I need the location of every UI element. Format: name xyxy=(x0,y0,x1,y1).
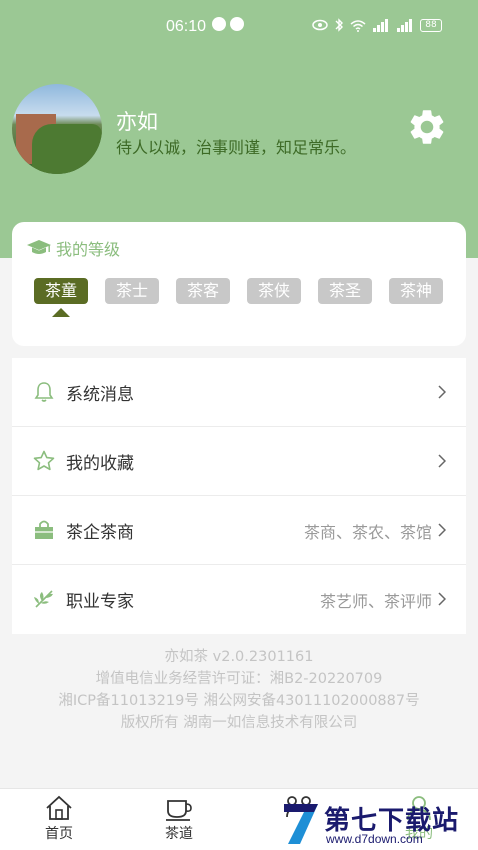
nav-home[interactable]: 首页 xyxy=(24,795,94,843)
status-right: 88 xyxy=(312,18,442,32)
settings-gear-icon[interactable] xyxy=(406,106,448,148)
user-name: 亦如 xyxy=(116,110,158,134)
copyright-text: 版权所有 湖南一如信息技术有限公司 xyxy=(120,715,358,731)
level-tag-3[interactable]: 茶侠 xyxy=(247,278,301,304)
nav-home-label: 首页 xyxy=(45,826,73,842)
chevron-right-icon xyxy=(438,385,446,399)
avatar[interactable] xyxy=(12,84,102,174)
site-watermark: 第七下载站 www.d7down.com xyxy=(280,798,478,850)
level-tags: 茶童 茶士 茶客 茶侠 茶圣 茶神 xyxy=(34,278,443,304)
active-level-pointer xyxy=(52,308,70,317)
level-tag-4[interactable]: 茶圣 xyxy=(318,278,372,304)
signal-icon-2 xyxy=(397,18,412,32)
chevron-right-icon xyxy=(438,523,446,537)
level-tag-5[interactable]: 茶神 xyxy=(389,278,443,304)
graduation-cap-icon xyxy=(27,240,51,254)
level-card: 我的等级 茶童 茶士 茶客 茶侠 茶圣 茶神 xyxy=(12,222,466,346)
level-tag-1[interactable]: 茶士 xyxy=(105,278,159,304)
menu-item-experts[interactable]: 职业专家 茶艺师、茶评师 xyxy=(12,565,466,634)
status-time: 06:10 xyxy=(166,18,207,35)
nav-tea-way[interactable]: 茶道 xyxy=(144,795,214,843)
message-icon xyxy=(230,17,244,31)
star-icon xyxy=(33,450,55,471)
profile-header: 06:10 88 亦如 待人以诚，治事则谨，知足常乐。 xyxy=(0,0,478,258)
chevron-right-icon xyxy=(438,592,446,606)
menu-sub-text: 茶商、茶农、茶馆 xyxy=(303,523,432,542)
nav-tea-way-label: 茶道 xyxy=(165,826,193,842)
eye-icon xyxy=(312,19,328,31)
shopping-bag-icon xyxy=(35,520,53,539)
level-tag-2[interactable]: 茶客 xyxy=(176,278,230,304)
status-bar: 06:10 88 xyxy=(0,14,478,42)
chevron-right-icon xyxy=(438,454,446,468)
bluetooth-icon xyxy=(335,18,343,32)
watermark-logo-icon xyxy=(284,804,318,844)
level-title: 我的等级 xyxy=(26,236,120,260)
menu-item-system-messages[interactable]: 系统消息 xyxy=(12,358,466,427)
watermark-url: www.d7down.com xyxy=(326,832,423,846)
menu-item-favorites[interactable]: 我的收藏 xyxy=(12,427,466,496)
menu-list: 系统消息 我的收藏 茶企茶商 茶商、茶农、茶馆 职业专家 茶艺师、茶评师 xyxy=(12,358,466,634)
signal-icon xyxy=(373,18,388,32)
menu-label: 职业专家 xyxy=(66,592,134,612)
menu-label: 茶企茶商 xyxy=(66,523,134,543)
app-info: 亦如茶 v2.0.2301161 增值电信业务经营许可证：湘B2-2022070… xyxy=(0,646,478,734)
user-motto: 待人以诚，治事则谨，知足常乐。 xyxy=(116,138,357,157)
icp-text: 湘ICP备11013219号 湘公网安备43011102000887号 xyxy=(58,693,420,709)
level-title-text: 我的等级 xyxy=(56,240,121,259)
bell-icon xyxy=(34,382,54,402)
qq-icon xyxy=(212,17,226,31)
app-version: 亦如茶 v2.0.2301161 xyxy=(164,649,314,665)
menu-label: 系统消息 xyxy=(66,385,134,405)
license-text: 增值电信业务经营许可证：湘B2-20220709 xyxy=(95,671,383,687)
menu-sub-text: 茶艺师、茶评师 xyxy=(319,592,432,611)
menu-label: 我的收藏 xyxy=(66,454,134,474)
tea-cup-icon xyxy=(166,800,192,821)
wifi-icon xyxy=(350,19,366,32)
battery-indicator: 88 xyxy=(420,18,442,32)
level-tag-0[interactable]: 茶童 xyxy=(34,278,88,304)
home-icon xyxy=(46,795,72,820)
leaf-icon xyxy=(34,590,53,608)
notification-icons xyxy=(212,17,244,31)
menu-item-tea-merchants[interactable]: 茶企茶商 茶商、茶农、茶馆 xyxy=(12,496,466,565)
